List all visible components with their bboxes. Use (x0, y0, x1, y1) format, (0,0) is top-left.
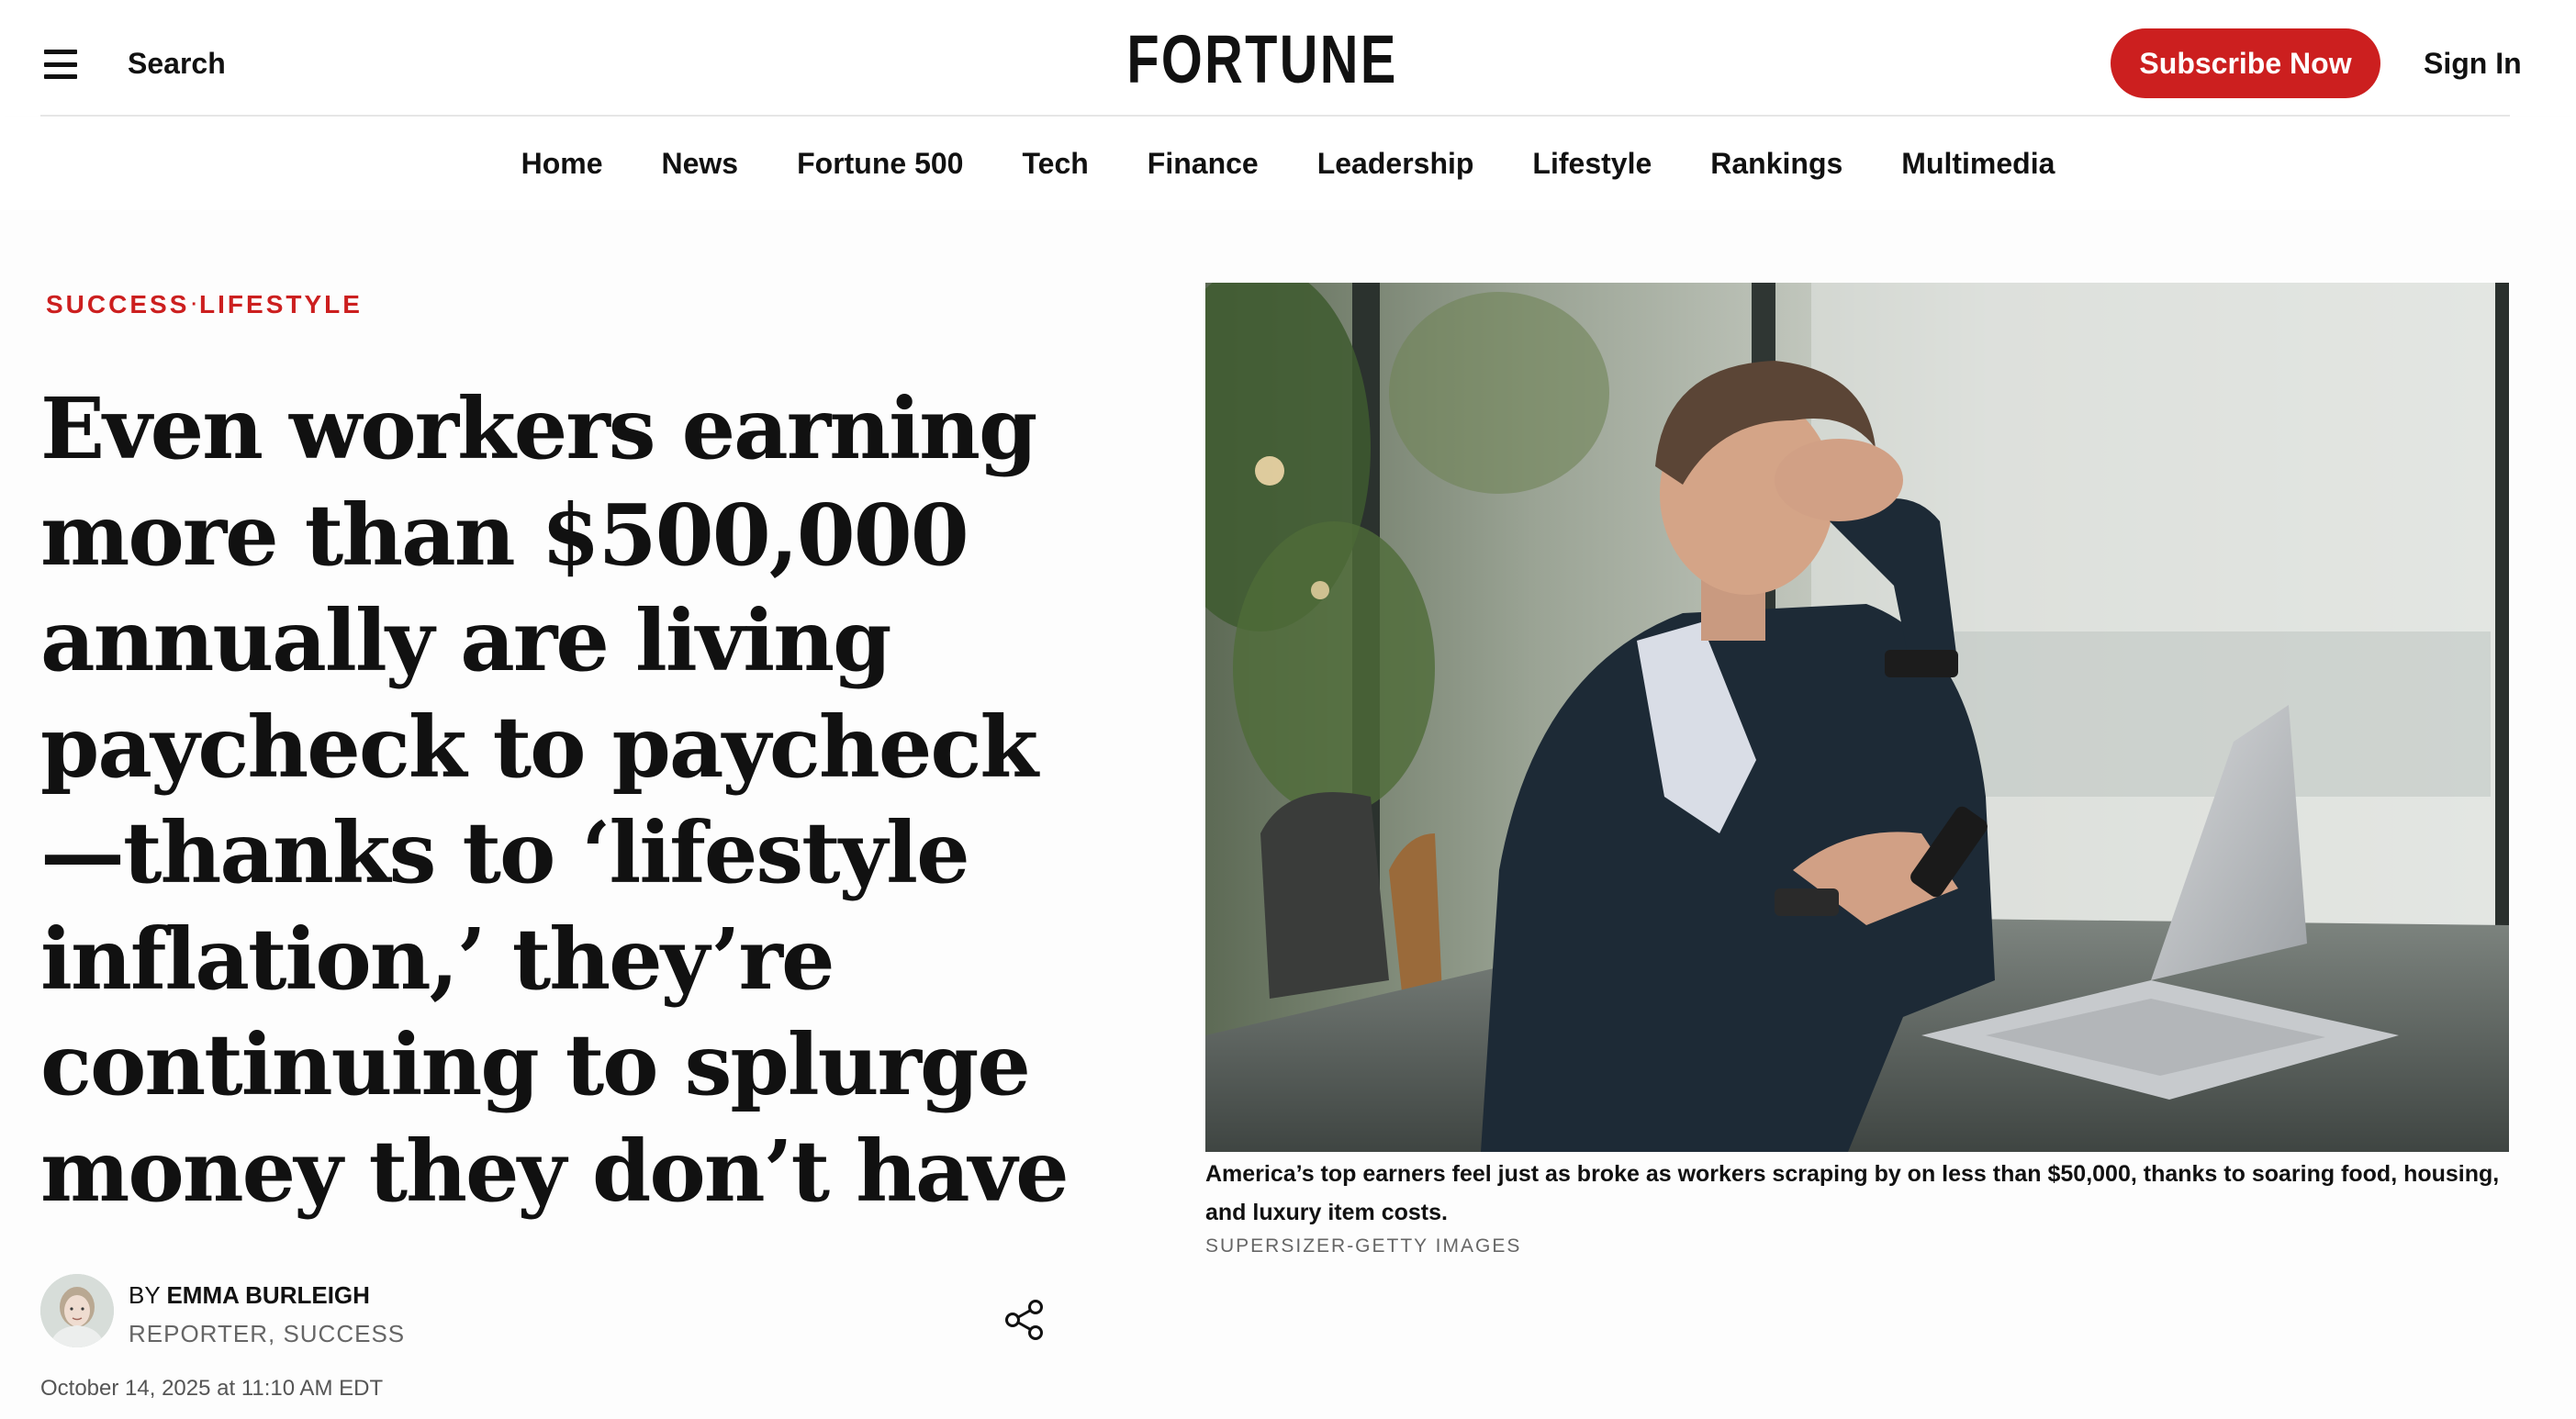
author-role: REPORTER, SUCCESS (129, 1320, 406, 1347)
nav-item-tech[interactable]: Tech (1022, 147, 1088, 181)
hero-image (1205, 283, 2509, 1152)
subscribe-now-button[interactable]: Subscribe Now (2111, 28, 2380, 98)
top-header: Search FORTUNE Subscribe Now Sign In (0, 0, 2576, 117)
share-icon[interactable] (1001, 1296, 1048, 1344)
section-tags: SUCCESS ·LIFESTYLE (46, 290, 363, 319)
main-navigation: Home News Fortune 500 Tech Finance Leade… (0, 117, 2576, 210)
byline: BY EMMA BURLEIGH (129, 1279, 370, 1311)
nav-item-fortune-500[interactable]: Fortune 500 (797, 147, 963, 181)
publish-timestamp: October 14, 2025 at 11:10 AM EDT (40, 1376, 384, 1401)
fortune-logo[interactable]: FORTUNE (1126, 21, 1395, 97)
nav-item-lifestyle[interactable]: Lifestyle (1532, 147, 1652, 181)
nav-item-home[interactable]: Home (521, 147, 603, 181)
nav-item-news[interactable]: News (662, 147, 739, 181)
article-headline: Even workers earning more than $500,000 … (40, 379, 1070, 1221)
nav-item-rankings[interactable]: Rankings (1710, 147, 1842, 181)
hero-photo-man-at-laptop (1205, 283, 2509, 1152)
search-button[interactable]: Search (128, 43, 226, 84)
nav-item-finance[interactable]: Finance (1148, 147, 1259, 181)
tag-success[interactable]: SUCCESS (46, 290, 189, 318)
hamburger-menu-icon[interactable] (40, 44, 81, 84)
byline-prefix: BY (129, 1281, 161, 1309)
article-page: Search FORTUNE Subscribe Now Sign In Hom… (0, 0, 2576, 1419)
share-icon-graphic (1005, 1300, 1043, 1340)
avatar-photo (40, 1274, 114, 1347)
image-caption: America’s top earners feel just as broke… (1205, 1161, 2500, 1225)
tag-lifestyle[interactable]: LIFESTYLE (199, 290, 363, 318)
sign-in-link[interactable]: Sign In (2424, 43, 2522, 84)
tag-separator: · (191, 295, 198, 315)
image-credit: SUPERSIZER-GETTY IMAGES (1205, 1235, 1522, 1257)
nav-item-multimedia[interactable]: Multimedia (1901, 147, 2055, 181)
nav-item-leadership[interactable]: Leadership (1317, 147, 1474, 181)
author-name-link[interactable]: EMMA BURLEIGH (166, 1281, 369, 1309)
author-avatar[interactable] (40, 1274, 114, 1347)
